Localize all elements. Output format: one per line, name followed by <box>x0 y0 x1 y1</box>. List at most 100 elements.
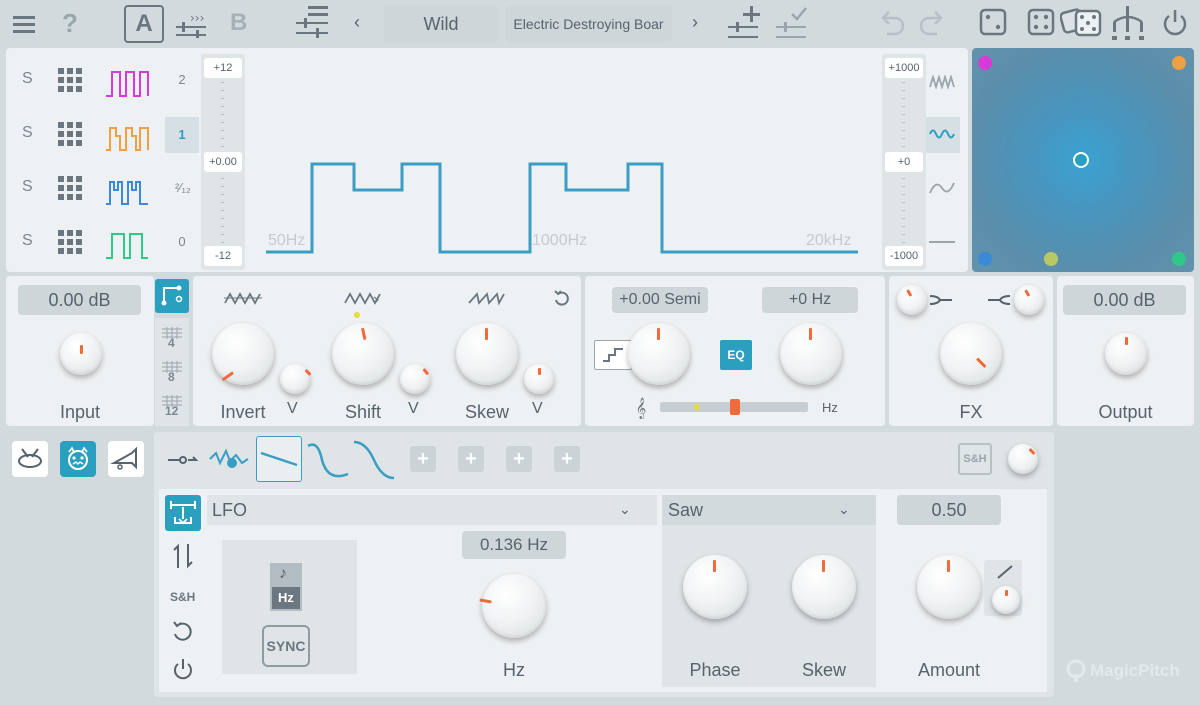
pulse-wave-icon[interactable] <box>104 176 154 206</box>
skew-chevron[interactable]: V <box>532 400 543 418</box>
monster-mode-button[interactable] <box>60 441 96 477</box>
noise-shape-icon[interactable] <box>928 70 956 94</box>
pitch-range-handle[interactable] <box>730 399 740 415</box>
semitone-value[interactable]: +0.00 Semi <box>612 287 708 313</box>
wave-type-dropdown[interactable]: Saw ⌄ <box>662 495 876 525</box>
next-preset-button[interactable]: › <box>692 12 698 33</box>
input-gain-value[interactable]: 0.00 dB <box>18 285 141 315</box>
amount-knob[interactable] <box>917 555 981 619</box>
sine-shape-icon[interactable] <box>928 122 956 146</box>
mod-power-icon[interactable] <box>170 656 196 682</box>
mod-sample-hold-label[interactable]: S&H <box>170 590 195 604</box>
save-preset-icon[interactable] <box>776 4 812 40</box>
sync-button[interactable]: SYNC <box>262 625 310 667</box>
add-mod-slot-button[interactable]: + <box>506 446 532 472</box>
mod-saw-wave-button[interactable] <box>256 436 302 482</box>
add-mod-slot-button[interactable]: + <box>458 446 484 472</box>
redo-icon[interactable] <box>918 8 948 38</box>
mod-source-button[interactable] <box>165 495 201 531</box>
output-gain-knob[interactable] <box>1105 333 1147 375</box>
solo-button[interactable]: S <box>22 178 33 196</box>
solo-button[interactable]: S <box>22 70 33 88</box>
help-button[interactable]: ? <box>62 8 78 39</box>
quantize-button[interactable] <box>594 340 632 370</box>
drum-mode-button[interactable] <box>12 441 48 477</box>
randomize-all-icon[interactable] <box>1060 4 1102 40</box>
grid-div-button[interactable]: 4 <box>162 326 182 350</box>
pitch-value-label[interactable]: +0.00 <box>204 152 242 172</box>
skew-mod-knob[interactable] <box>524 364 554 394</box>
randomize-small-icon[interactable] <box>978 6 1008 38</box>
pulse-wave-icon[interactable] <box>104 122 154 152</box>
draw-mode-button[interactable] <box>155 279 189 313</box>
grid-icon[interactable] <box>58 122 82 146</box>
invert-knob[interactable] <box>212 323 274 385</box>
horn-mode-button[interactable] <box>108 441 144 477</box>
octave-label[interactable]: 0 <box>172 234 192 249</box>
flat-shape-icon[interactable] <box>928 230 956 254</box>
amount-curve-knob[interactable] <box>992 586 1020 614</box>
eq-button[interactable]: EQ <box>720 340 752 370</box>
grid-icon[interactable] <box>58 176 82 200</box>
invert-mod-knob[interactable] <box>280 364 312 394</box>
fx-knob[interactable] <box>940 323 1002 385</box>
shift-chevron[interactable]: V <box>408 400 419 418</box>
sample-hold-knob[interactable] <box>1008 444 1038 474</box>
rate-value[interactable]: 0.136 Hz <box>462 531 566 559</box>
routing-icon[interactable] <box>1110 4 1146 42</box>
mod-type-dropdown[interactable]: LFO ⌄ <box>207 495 657 525</box>
skew-knob[interactable] <box>456 323 518 385</box>
output-gain-value[interactable]: 0.00 dB <box>1063 285 1186 315</box>
solo-button[interactable]: S <box>22 124 33 142</box>
mod-direction-icon[interactable] <box>170 540 196 572</box>
preset-name-field[interactable]: Electric Destroying Boar <box>505 6 672 42</box>
preset-list-icon[interactable] <box>296 4 330 40</box>
slow-sine-shape-icon[interactable] <box>928 176 956 200</box>
rate-note-toggle[interactable]: ♪ Hz <box>270 563 302 611</box>
copy-a-to-b-icon[interactable]: ››› <box>176 8 210 38</box>
semitone-knob[interactable] <box>628 323 690 385</box>
preset-a-button[interactable]: A <box>124 5 164 43</box>
fx-send-knob[interactable] <box>897 285 927 315</box>
pulse-wave-icon[interactable] <box>104 230 154 260</box>
input-gain-knob[interactable] <box>60 333 102 375</box>
hz-value-label[interactable]: +0 <box>885 152 923 172</box>
add-mod-slot-button[interactable]: + <box>410 446 436 472</box>
mod-sine-wave-icon[interactable] <box>306 438 350 482</box>
octave-label[interactable]: ²⁄₁₂ <box>170 180 196 195</box>
grid-div-button[interactable]: 8 <box>162 360 182 384</box>
grid-icon[interactable] <box>58 230 82 254</box>
hz-offset-value[interactable]: +0 Hz <box>762 287 858 313</box>
solo-button[interactable]: S <box>22 232 33 250</box>
power-icon[interactable] <box>1160 8 1190 38</box>
preset-b-button[interactable]: B <box>230 9 247 37</box>
shift-mod-knob[interactable] <box>400 364 430 394</box>
rate-knob[interactable] <box>479 574 546 638</box>
hz-offset-knob[interactable] <box>780 323 842 385</box>
xy-cursor[interactable] <box>1073 152 1089 168</box>
phase-knob[interactable] <box>683 555 747 619</box>
fx-return-knob[interactable] <box>1014 285 1044 315</box>
xy-pad[interactable] <box>972 48 1194 272</box>
reset-shape-icon[interactable] <box>552 288 572 308</box>
menu-icon[interactable] <box>12 12 36 36</box>
add-mod-slot-button[interactable]: + <box>554 446 580 472</box>
prev-preset-button[interactable]: ‹ <box>354 12 360 33</box>
randomize-medium-icon[interactable] <box>1026 6 1056 38</box>
mod-random-wave-icon[interactable] <box>208 440 252 480</box>
mod-curve-wave-icon[interactable] <box>352 438 396 482</box>
sample-hold-button[interactable]: S&H <box>958 443 992 475</box>
add-preset-icon[interactable] <box>728 4 764 40</box>
octave-label[interactable]: 2 <box>172 72 192 87</box>
octave-label[interactable]: 1 <box>172 127 192 142</box>
undo-icon[interactable] <box>876 8 906 38</box>
pulse-wave-icon[interactable] <box>104 68 154 98</box>
preset-category-field[interactable]: Wild <box>384 6 498 42</box>
wave-skew-knob[interactable] <box>792 555 856 619</box>
grid-icon[interactable] <box>58 68 82 92</box>
mod-input-icon[interactable] <box>168 450 198 470</box>
invert-chevron[interactable]: V <box>287 400 298 418</box>
grid-div-button[interactable]: 12 <box>162 394 182 418</box>
amount-value[interactable]: 0.50 <box>897 495 1001 525</box>
shift-knob[interactable] <box>332 323 394 385</box>
